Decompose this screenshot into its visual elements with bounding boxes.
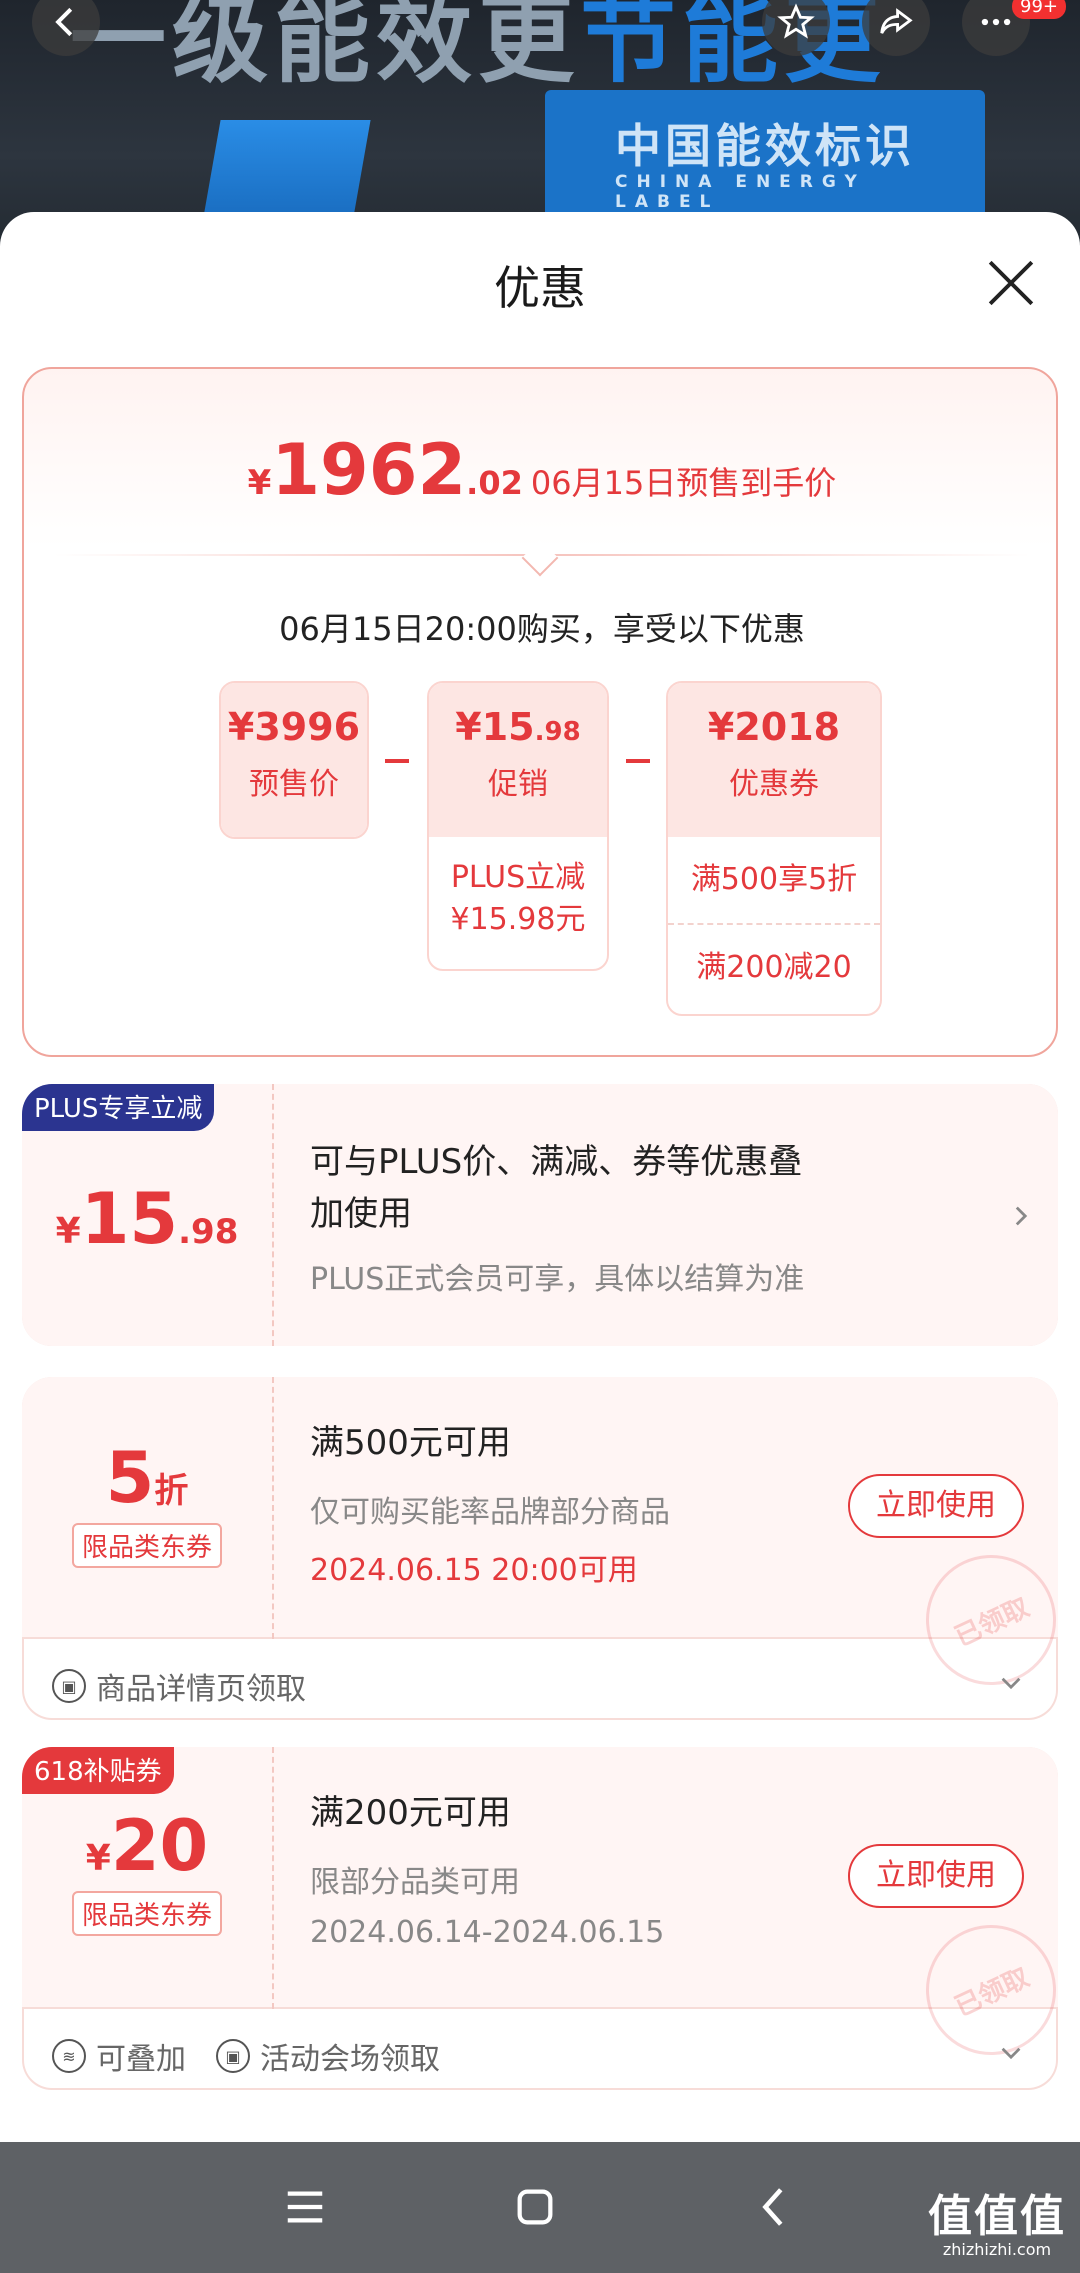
close-icon[interactable] [985, 257, 1037, 309]
coupon-title: 满200元可用 [310, 1793, 511, 1833]
breakdown-presale: ¥3996 预售价 [219, 681, 369, 839]
plus-discount-card[interactable]: ¥15.98 PLUS专享立减 可与PLUS价、满减、券等优惠叠 加使用 PLU… [22, 1084, 1058, 1346]
plus-tag: PLUS专享立减 [22, 1084, 215, 1131]
breakdown-amount: ¥15 [455, 705, 535, 749]
coupon-card-5off: 5折 限品类东券 满500元可用 仅可购买能率品牌部分商品 2024.06.15… [22, 1377, 1058, 1720]
coupon-title: 可与PLUS价、满减、券等优惠叠 加使用 [310, 1136, 802, 1240]
watermark: 值值值 zhizhizhi.com [928, 2180, 1066, 2259]
breakdown-amount: ¥3996 [227, 705, 361, 749]
chevron-left-icon [55, 7, 73, 37]
coupon-desc: 仅可购买能率品牌部分商品 [310, 1495, 670, 1530]
breakdown-name: 优惠券 [729, 767, 819, 802]
ticket-icon: ▣ [216, 2039, 250, 2073]
coupon-footer: ≋ 可叠加 ▣ 活动会场领取 [52, 2034, 440, 2078]
price-summary-card: ¥1962.02 06月15日预售到手价 06月15日20:00购买，享受以下优惠… [22, 367, 1058, 1057]
breakdown-promotion: ¥15.98 促销 PLUS立减 ¥15.98元 [427, 681, 609, 971]
energy-label-en: CHINA ENERGY LABEL [615, 172, 866, 212]
coupon-footer: ▣ 商品详情页领取 [52, 1664, 306, 1708]
energy-label: 中国能效标识 CHINA ENERGY LABEL [545, 90, 985, 230]
menu-icon[interactable] [282, 2184, 328, 2230]
coupon-value: 15 [80, 1178, 179, 1260]
home-icon[interactable] [512, 2184, 558, 2230]
slogan-part2: 节能更 [580, 0, 886, 96]
coupon-value: 5 [105, 1437, 155, 1519]
breakdown-detail: 满500享5折 [668, 837, 880, 925]
share-icon [880, 8, 913, 34]
ticket-icon: ▣ [52, 1669, 86, 1703]
breakdown-amount: ¥2018 [707, 705, 841, 749]
coupon-kind-tag: 限品类东券 [71, 1891, 222, 1936]
coupon-source: 商品详情页领取 [96, 1672, 306, 1707]
breakdown-amount-dec: .98 [534, 717, 581, 747]
watermark-text: 值值值 [928, 2191, 1066, 2242]
watermark-url: zhizhizhi.com [942, 2240, 1052, 2259]
breakdown-name: 预售价 [249, 767, 339, 802]
coupon-title-line2: 加使用 [310, 1194, 412, 1234]
final-price-label: 06月15日预售到手价 [530, 464, 837, 502]
breakdown-detail: PLUS立减 [450, 860, 586, 895]
cart-badge: 99+ [1012, 0, 1066, 19]
coupon-title: 满500元可用 [310, 1423, 511, 1463]
coupon-source: 活动会场领取 [260, 2042, 440, 2077]
chevron-down-icon[interactable] [997, 1669, 1025, 1697]
final-price: ¥1962.02 06月15日预售到手价 [24, 429, 1060, 511]
coupon-value-dec: .98 [178, 1212, 239, 1252]
final-price-int: 1962 [271, 429, 467, 511]
system-nav-bar [0, 2142, 1080, 2273]
claimed-stamp: 已领取 [904, 1533, 1058, 1707]
sheet-title: 优惠 [494, 261, 586, 315]
coupon-kind-tag: 限品类东券 [71, 1523, 222, 1568]
chevron-right-icon[interactable] [1007, 1202, 1035, 1230]
currency-symbol: ¥ [247, 463, 272, 503]
divider-notch [521, 539, 559, 577]
minus-sign [626, 759, 650, 763]
coupon-card-20off: ¥20 限品类东券 618补贴券 满200元可用 限部分品类可用 2024.06… [22, 1747, 1058, 2090]
claimed-stamp: 已领取 [904, 1903, 1058, 2077]
breakdown-coupon: ¥2018 优惠券 满500享5折 满200减20 [666, 681, 882, 1016]
minus-sign [385, 759, 409, 763]
breakdown-name: 促销 [488, 767, 548, 802]
subsidy-tag: 618补贴券 [22, 1747, 174, 1794]
breakdown-detail: 满200减20 [696, 950, 852, 985]
stack-icon: ≋ [52, 2039, 86, 2073]
coupon-unit: 折 [154, 1471, 189, 1511]
energy-label-cn: 中国能效标识 [615, 119, 915, 173]
back-icon[interactable] [752, 2184, 798, 2230]
chevron-down-icon[interactable] [997, 2039, 1025, 2067]
use-now-button[interactable]: 立即使用 [848, 1474, 1024, 1538]
coupon-date: 2024.06.15 20:00可用 [310, 1553, 638, 1588]
coupon-date: 2024.06.14-2024.06.15 [310, 1915, 665, 1950]
discount-sheet: 优惠 ¥1962.02 06月15日预售到手价 06月15日20:00购买，享受以… [0, 212, 1080, 2142]
coupon-value: 20 [110, 1805, 209, 1887]
use-now-button[interactable]: 立即使用 [848, 1844, 1024, 1908]
slogan-part1: 一级能效更 [70, 0, 580, 96]
final-price-dec: .02 [466, 464, 523, 502]
breakdown-detail: ¥15.98元 [450, 902, 586, 937]
stackable-label: 可叠加 [96, 2042, 186, 2077]
summary-subtitle: 06月15日20:00购买，享受以下优惠 [279, 610, 805, 648]
coupon-desc: 限部分品类可用 [310, 1865, 520, 1900]
star-icon [777, 3, 815, 39]
more-icon [981, 18, 1011, 26]
currency-symbol: ¥ [55, 1211, 81, 1252]
coupon-desc: PLUS正式会员可享，具体以结算为准 [310, 1262, 805, 1297]
coupon-title-line1: 可与PLUS价、满减、券等优惠叠 [310, 1142, 803, 1182]
currency-symbol: ¥ [85, 1838, 111, 1879]
